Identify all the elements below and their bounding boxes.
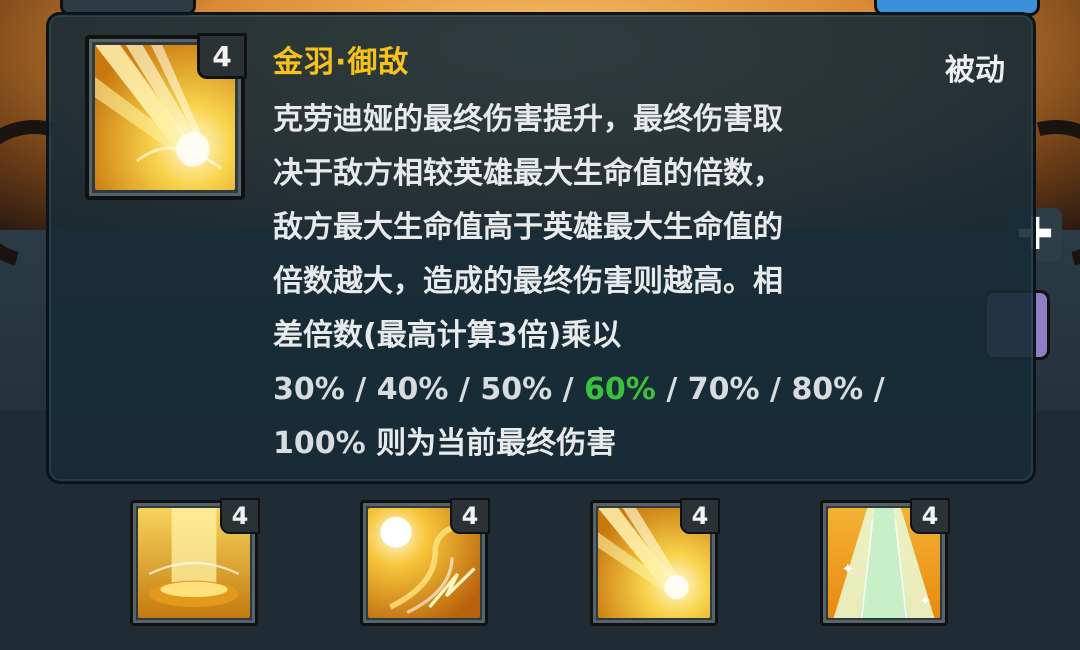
svg-text:✦: ✦ <box>920 594 931 609</box>
skill-level-badge: 4 <box>197 33 247 79</box>
percentage-value: 50% <box>480 372 553 407</box>
description-line: 倍数越大，造成的最终伤害则越高。相 <box>273 264 783 299</box>
percentage-value: 40% <box>376 372 449 407</box>
skill-detail-popup: 4 金羽·御敌 被动 克劳迪娅的最终伤害提升，最终伤害取 决于敌方相较英雄最大生… <box>46 12 1036 484</box>
percentage-line: 100% 则为当前最终伤害 <box>273 417 913 471</box>
percentage-separator: / <box>770 372 781 407</box>
skill-slot-1[interactable]: 4 <box>130 498 260 626</box>
percentage-value: 60% <box>584 372 656 407</box>
skill-icon: 4 <box>85 33 247 200</box>
svg-text:✦: ✦ <box>841 560 854 578</box>
description-line: 差倍数(最高计算3倍)乘以 <box>273 318 622 353</box>
percentage-value: 30% <box>273 372 345 407</box>
percentage-value: 100% <box>273 426 366 461</box>
skill-slot-4[interactable]: ✦ ✦ 4 <box>820 498 950 626</box>
skill-slot-2[interactable]: 4 <box>360 498 490 626</box>
skill-level-badge: 4 <box>220 498 260 534</box>
percentage-separator: / <box>458 372 470 407</box>
percentage-separator: / <box>562 372 574 407</box>
skill-name: 金羽·御敌 <box>273 45 410 80</box>
percentage-value: 80% <box>791 372 864 407</box>
description-line: 敌方最大生命值高于英雄最大生命值的 <box>273 210 783 245</box>
percentage-separator: / <box>666 372 678 407</box>
percentage-line: 30% / 40% / 50% / 60% / 70% / 80% / <box>273 363 913 417</box>
skill-slot-3[interactable]: 4 <box>590 498 720 626</box>
percentage-separator: / <box>873 372 885 407</box>
percentage-separator: / <box>355 372 367 407</box>
skill-type-label: 被动 <box>945 53 1005 88</box>
description-tail: 则为当前最终伤害 <box>376 426 617 461</box>
skill-level-badge: 4 <box>680 498 720 534</box>
description-line: 克劳迪娅的最终伤害提升，最终伤害取 <box>273 102 783 137</box>
percentage-value: 70% <box>687 372 760 407</box>
description-line: 决于敌方相较英雄最大生命值的倍数， <box>273 156 783 191</box>
skill-description: 克劳迪娅的最终伤害提升，最终伤害取 决于敌方相较英雄最大生命值的倍数， 敌方最大… <box>273 93 913 471</box>
skill-level-badge: 4 <box>910 498 950 534</box>
skill-level-badge: 4 <box>450 498 490 534</box>
